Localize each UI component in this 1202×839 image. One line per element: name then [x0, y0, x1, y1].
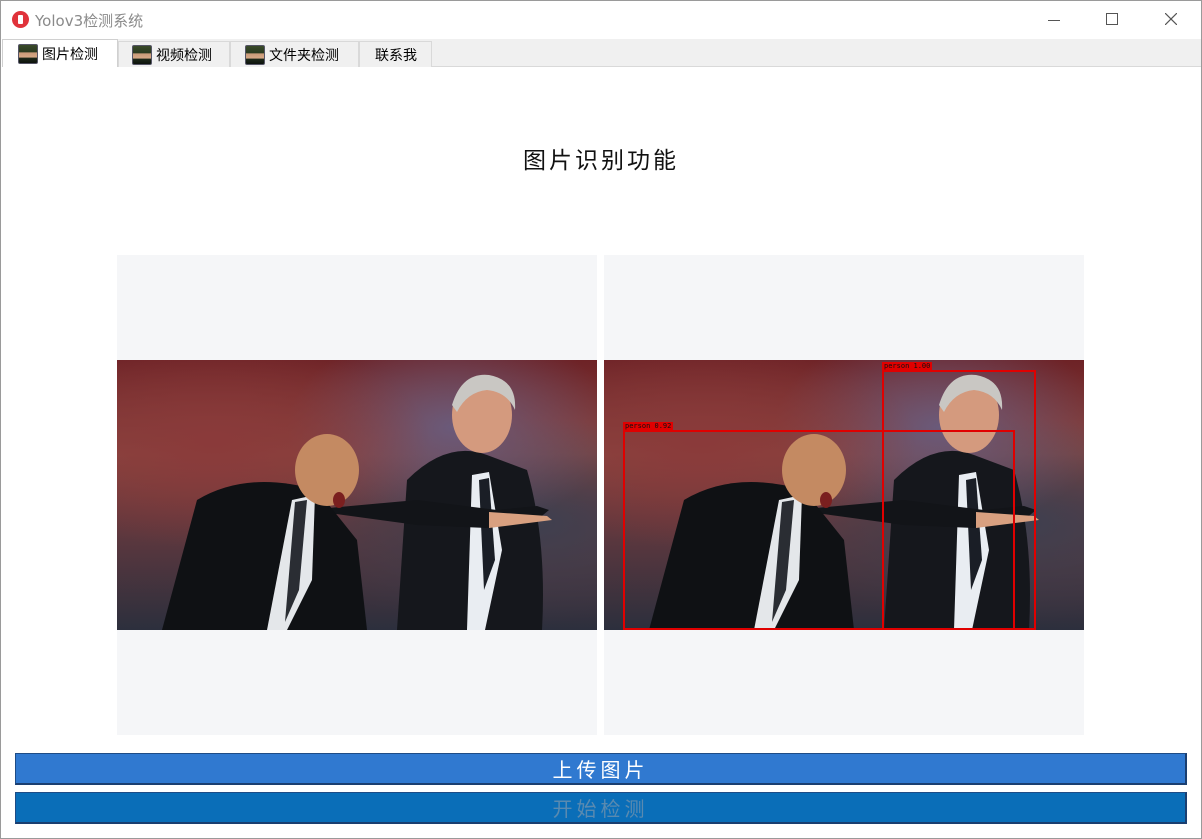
start-detection-button[interactable]: 开始检测 — [15, 792, 1187, 824]
title-bar[interactable]: Yolov3检测系统 — [1, 1, 1201, 39]
tab-avatar-icon — [245, 44, 265, 65]
scene-illustration — [162, 374, 552, 630]
original-image — [117, 360, 597, 630]
upload-image-button[interactable]: 上传图片 — [15, 753, 1187, 785]
tab-label: 视频检测 — [156, 47, 212, 64]
tab-label: 文件夹检测 — [269, 47, 339, 64]
close-button[interactable] — [1142, 1, 1200, 39]
result-image-panel: person 1.00 person 0.92 — [604, 255, 1084, 735]
page-title: 图片识别功能 — [523, 148, 679, 174]
minimize-button[interactable] — [1026, 1, 1084, 39]
tab-folder-detection[interactable]: 文件夹检测 — [230, 41, 359, 67]
original-image-panel — [117, 255, 597, 735]
tab-label: 联系我 — [375, 47, 417, 64]
detection-label: person 0.92 — [623, 422, 674, 430]
tab-avatar-icon — [18, 43, 38, 64]
detection-box — [623, 430, 1015, 630]
tab-image-detection[interactable]: 图片检测 — [2, 39, 118, 67]
tab-contact[interactable]: 联系我 — [359, 41, 432, 67]
tab-video-detection[interactable]: 视频检测 — [118, 41, 230, 67]
result-image: person 1.00 person 0.92 — [604, 360, 1084, 630]
app-window: Yolov3检测系统 图片检测 视频检测 文件夹检测 联系我 图片识别功能 pe… — [0, 0, 1202, 839]
detection-label: person 1.00 — [882, 362, 933, 370]
maximize-button[interactable] — [1084, 1, 1142, 39]
tab-label: 图片检测 — [42, 46, 98, 63]
close-icon — [1165, 13, 1177, 25]
window-title: Yolov3检测系统 — [35, 12, 144, 30]
tab-bar: 图片检测 视频检测 文件夹检测 联系我 — [2, 39, 1201, 67]
app-logo-icon — [12, 11, 29, 28]
tab-avatar-icon — [132, 44, 152, 65]
